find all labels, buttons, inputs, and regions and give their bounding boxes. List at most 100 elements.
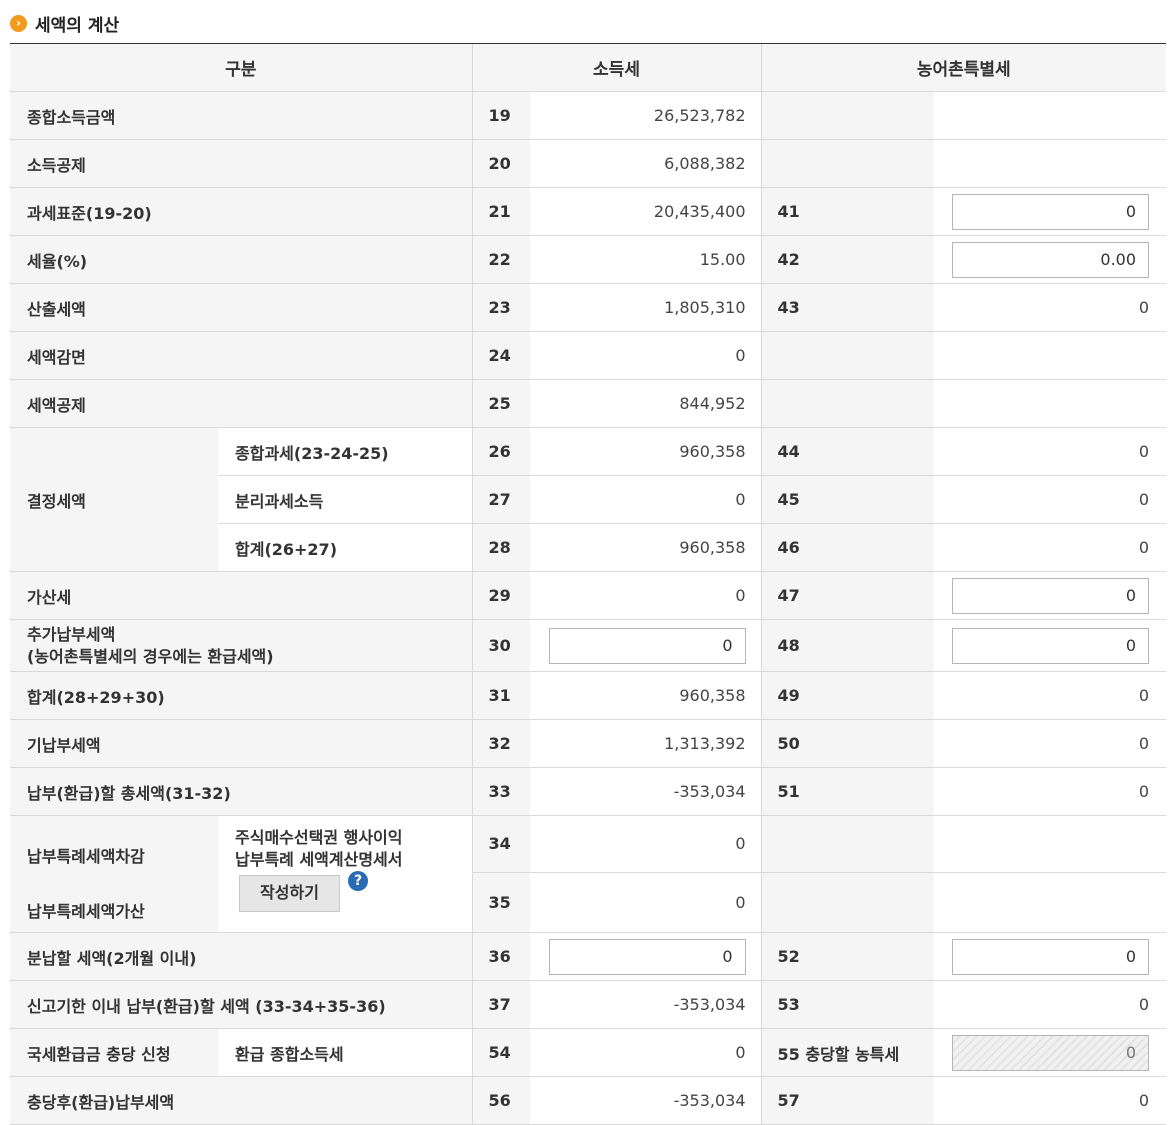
rural-number-empty [760, 815, 935, 873]
row-label-line2: (농어촌특별세의 경우에는 환급세액) [27, 646, 274, 666]
installment-tax-input[interactable]: 0 [548, 938, 746, 975]
table-row: 종합소득금액 19 26,523,782 [10, 91, 1167, 140]
row-label: 세액감면 [10, 331, 472, 380]
rural-row-number: 53 [760, 980, 935, 1029]
section-title: 세액의 계산 [35, 15, 120, 36]
income-value: 6,088,382 [530, 139, 762, 188]
table-row: 세율(%) 22 15.00 42 0.00 [10, 235, 1167, 284]
income-value: 0 [530, 1028, 762, 1077]
income-value: 0 [530, 331, 762, 380]
rural-row-number: 47 [760, 571, 935, 620]
row-number: 27 [471, 475, 530, 524]
row-number: 20 [471, 139, 530, 188]
row-number: 23 [471, 283, 530, 332]
row-number: 54 [471, 1028, 530, 1077]
table-row: 분납할 세액(2개월 이내) 36 0 52 0 [10, 932, 1167, 981]
rural-refund-input[interactable]: 0 [952, 627, 1150, 664]
rural-row-number: 49 [760, 671, 935, 720]
row-number: 33 [471, 767, 530, 816]
rural-value: 0 [934, 1076, 1167, 1125]
row-label: 산출세액 [10, 283, 472, 332]
header-income-tax: 소득세 [471, 44, 762, 92]
rural-installment-input[interactable]: 0 [952, 938, 1150, 975]
income-value: -353,034 [530, 1076, 762, 1125]
rural-value-empty [934, 139, 1167, 188]
income-value: 0 [530, 872, 762, 933]
row-number: 32 [471, 719, 530, 768]
rural-value-empty [934, 91, 1167, 140]
special-statement-line1: 주식매수선택권 행사이익 [235, 828, 403, 847]
table-row: 추가납부세액 (농어촌특별세의 경우에는 환급세액) 30 0 48 0 [10, 619, 1167, 672]
help-icon[interactable]: ? [348, 871, 368, 891]
rural-row-number: 55 충당할 농특세 [760, 1028, 935, 1077]
rural-row-number: 57 [760, 1076, 935, 1125]
rural-value: 0 [934, 767, 1167, 816]
row-label: 소득공제 [10, 139, 472, 188]
row-label: 과세표준(19-20) [10, 187, 472, 236]
row-number: 29 [471, 571, 530, 620]
rural-number-empty [760, 331, 935, 380]
decided-tax-label: 결정세액 [10, 427, 218, 572]
row-label: 납부특례세액가산 [10, 872, 218, 933]
income-value: 960,358 [530, 671, 762, 720]
row-sublabel: 분리과세소득 [218, 475, 472, 524]
tax-calculation-table: 구분 소득세 농어촌특별세 종합소득금액 19 26,523,782 소득공제 … [10, 44, 1167, 1125]
table-row: 과세표준(19-20) 21 20,435,400 41 0 [10, 187, 1167, 236]
rural-row-number: 46 [760, 523, 935, 572]
income-value: -353,034 [530, 767, 762, 816]
table-row: 결정세액 종합과세(23-24-25) 26 960,358 44 0 [10, 427, 1167, 572]
income-value: 960,358 [530, 427, 762, 476]
table-row: 납부특례세액차감 주식매수선택권 행사이익 납부특례 세액계산명세서 작성하기?… [10, 815, 1167, 933]
table-row: 합계(28+29+30) 31 960,358 49 0 [10, 671, 1167, 720]
table-row: 신고기한 이내 납부(환급)할 세액 (33-34+35-36) 37 -353… [10, 980, 1167, 1029]
income-value: 844,952 [530, 379, 762, 428]
table-row: 납부특례세액가산 35 0 [10, 872, 1167, 933]
row-number: 25 [471, 379, 530, 428]
income-value: 26,523,782 [530, 91, 762, 140]
section-header: › 세액의 계산 [10, 8, 119, 38]
table-row: 충당후(환급)납부세액 56 -353,034 57 0 [10, 1076, 1167, 1125]
table-row: 기납부세액 32 1,313,392 50 0 [10, 719, 1167, 768]
income-value: 1,805,310 [530, 283, 762, 332]
rural-value: 0 [934, 475, 1167, 524]
row-sublabel: 종합과세(23-24-25) [218, 427, 472, 476]
row-label: 가산세 [10, 571, 472, 620]
income-value: 0 [530, 815, 762, 873]
row-label: 납부(환급)할 총세액(31-32) [10, 767, 472, 816]
rural-penalty-input[interactable]: 0 [952, 577, 1150, 614]
row-label: 분납할 세액(2개월 이내) [10, 932, 472, 981]
write-statement-button[interactable]: 작성하기 [239, 875, 340, 912]
rural-tax-rate-input[interactable]: 0.00 [952, 241, 1150, 278]
row-label: 추가납부세액 (농어촌특별세의 경우에는 환급세액) [10, 619, 472, 672]
row-sublabel: 환급 종합소득세 [218, 1028, 472, 1077]
header-category: 구분 [10, 44, 472, 92]
table-row: 소득공제 20 6,088,382 [10, 139, 1167, 188]
row-number: 26 [471, 427, 530, 476]
rural-row-number: 50 [760, 719, 935, 768]
table-row: 납부(환급)할 총세액(31-32) 33 -353,034 51 0 [10, 767, 1167, 816]
row-label: 세율(%) [10, 235, 472, 284]
additional-tax-input[interactable]: 0 [548, 627, 746, 664]
row-label: 납부특례세액차감 [10, 815, 218, 872]
rural-number-empty [760, 139, 935, 188]
rural-number-empty [760, 872, 935, 933]
rural-value: 0 [934, 523, 1167, 572]
rural-value-empty [934, 331, 1167, 380]
table-header-row: 구분 소득세 농어촌특별세 [10, 44, 1167, 92]
row-label: 국세환급금 충당 신청 [10, 1028, 218, 1077]
row-number: 37 [471, 980, 530, 1029]
row-number: 19 [471, 91, 530, 140]
row-number: 31 [471, 671, 530, 720]
row-number: 35 [471, 872, 530, 933]
income-value: 0 [530, 571, 762, 620]
table-row: 국세환급금 충당 신청 환급 종합소득세 54 0 55 충당할 농특세 0 [10, 1028, 1167, 1077]
rural-tax-base-input[interactable]: 0 [952, 193, 1150, 230]
table-row: 세액공제 25 844,952 [10, 379, 1167, 428]
rural-value: 0 [934, 980, 1167, 1029]
table-row: 세액감면 24 0 [10, 331, 1167, 380]
chevron-right-icon: › [10, 14, 27, 32]
rural-row-number: 44 [760, 427, 935, 476]
row-number: 28 [471, 523, 530, 572]
income-value: 0 [530, 475, 762, 524]
rural-number-empty [760, 91, 935, 140]
